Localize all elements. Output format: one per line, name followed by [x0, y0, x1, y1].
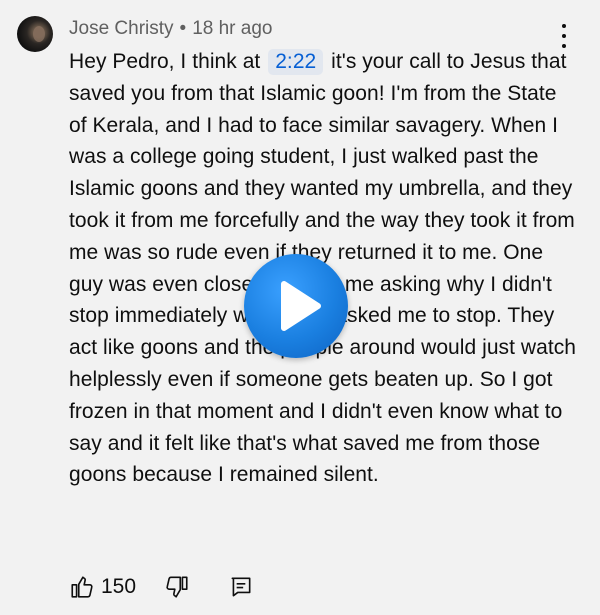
more-vertical-icon-dot [562, 34, 566, 38]
play-button[interactable] [244, 254, 348, 358]
reply-comment-icon [231, 577, 251, 597]
more-options-button[interactable] [556, 24, 572, 48]
like-count: 150 [101, 575, 137, 598]
comment-text-start: Hey Pedro, I think at [69, 50, 267, 73]
like-button[interactable] [69, 574, 95, 600]
reply-button[interactable] [228, 574, 254, 600]
thumbs-down-icon [166, 576, 188, 598]
thumbs-up-icon [71, 576, 93, 598]
timestamp-link[interactable]: 2:22 [268, 49, 324, 75]
comment-header: Jose Christy • 18 hr ago [69, 18, 272, 40]
avatar[interactable] [17, 16, 53, 52]
separator: • [179, 18, 187, 39]
comment-time: 18 hr ago [192, 18, 273, 39]
comment-actions: 150 [69, 572, 254, 602]
play-icon [281, 281, 321, 331]
author-name[interactable]: Jose Christy [69, 18, 174, 39]
comment-card: Jose Christy • 18 hr ago Hey Pedro, I thin… [0, 0, 600, 615]
more-vertical-icon [562, 24, 566, 28]
dislike-button[interactable] [164, 574, 190, 600]
